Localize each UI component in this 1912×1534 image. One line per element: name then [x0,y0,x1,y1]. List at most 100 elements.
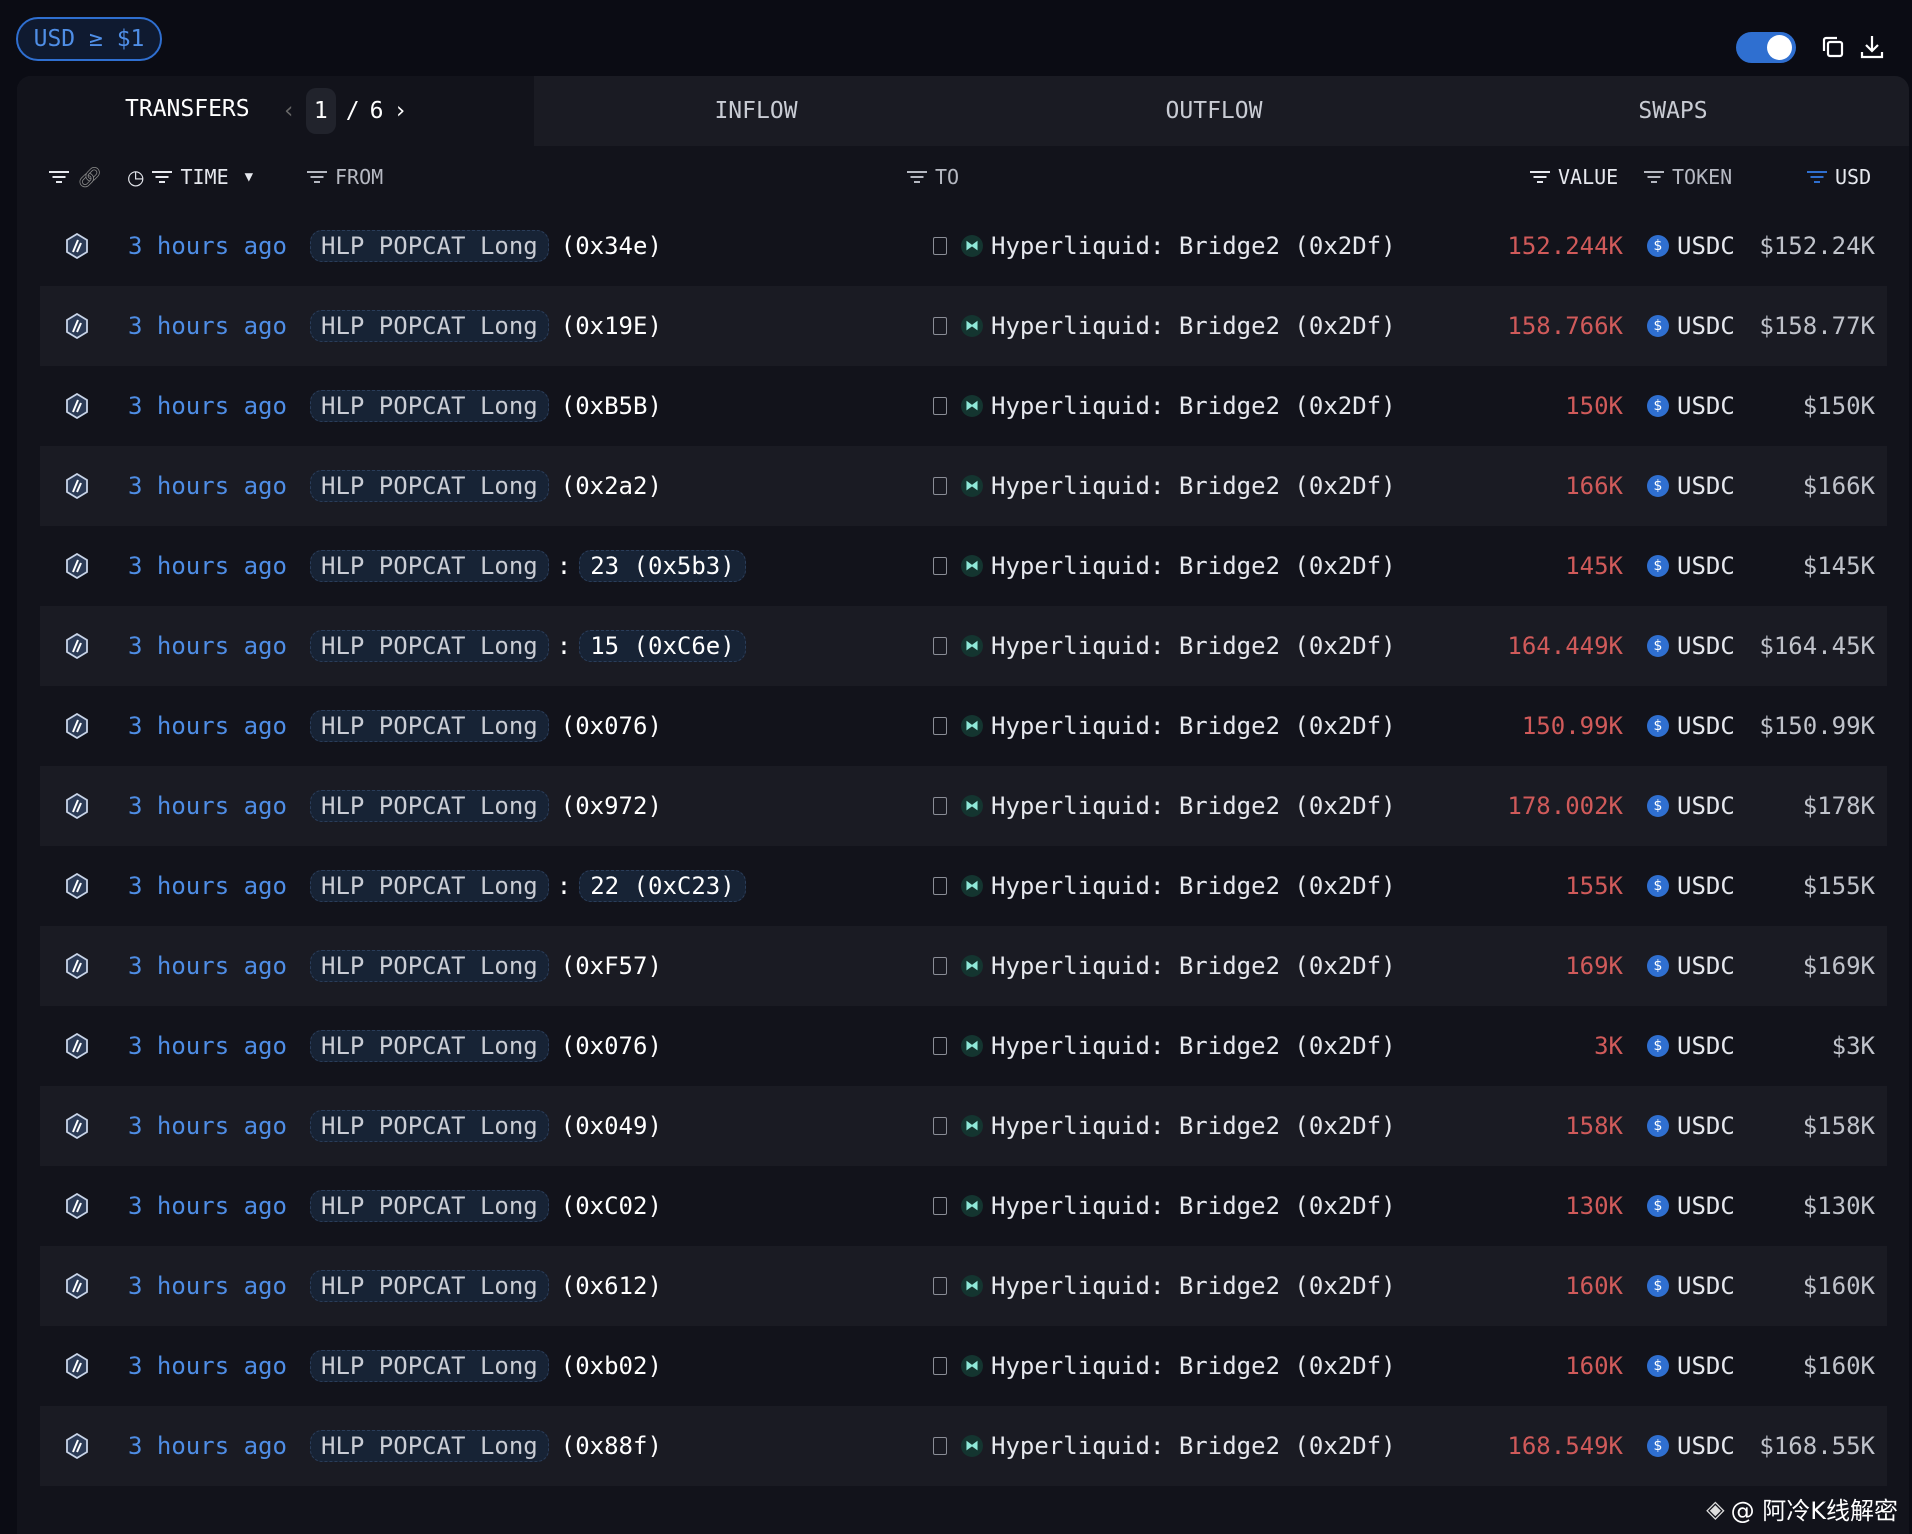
table-row[interactable]: 3 hours ago HLP POPCAT Long:22 (0xC23) ⧓ Hy… [40,846,1887,926]
to-entity[interactable]: Hyperliquid: Bridge2 (0x2Df) [991,232,1396,260]
token-cell[interactable]: $ USDC [1647,686,1735,766]
time-link[interactable]: 3 hours ago [128,766,287,846]
time-link[interactable]: 3 hours ago [128,1006,287,1086]
tab-transfers[interactable]: TRANSFERS [17,76,534,146]
token-cell[interactable]: $ USDC [1647,446,1735,526]
token-header[interactable]: TOKEN [1644,162,1732,192]
from-entity-tag[interactable]: HLP POPCAT Long [310,710,549,742]
from-entity-tag[interactable]: HLP POPCAT Long [310,390,549,422]
table-row[interactable]: 3 hours ago HLP POPCAT Long:23 (0x5b3) ⧓ Hy… [40,526,1887,606]
from-entity-tag[interactable]: HLP POPCAT Long [310,1030,549,1062]
download-icon[interactable] [1857,32,1887,62]
table-row[interactable]: 3 hours ago HLP POPCAT Long (0xC02) ⧓ Hyperl… [40,1166,1887,1246]
from-address[interactable]: (0x19E) [561,312,662,340]
from-address[interactable]: (0xC02) [561,1192,662,1220]
to-entity[interactable]: Hyperliquid: Bridge2 (0x2Df) [991,312,1396,340]
time-header[interactable]: ◷ TIME ▼ [127,162,253,192]
from-address-tag[interactable]: 22 (0xC23) [579,870,746,902]
from-address[interactable]: (0xb02) [561,1352,662,1380]
table-row[interactable]: 3 hours ago HLP POPCAT Long (0xb02) ⧓ Hyperl… [40,1326,1887,1406]
from-entity-tag[interactable]: HLP POPCAT Long [310,230,549,262]
tab-inflow[interactable]: INFLOW [714,76,797,146]
table-row[interactable]: 3 hours ago HLP POPCAT Long:15 (0xC6e) ⧓ Hy… [40,606,1887,686]
token-cell[interactable]: $ USDC [1647,1006,1735,1086]
time-link[interactable]: 3 hours ago [128,686,287,766]
table-row[interactable]: 3 hours ago HLP POPCAT Long (0x972) ⧓ Hyperl… [40,766,1887,846]
from-header[interactable]: FROM [307,162,383,192]
time-link[interactable]: 3 hours ago [128,446,287,526]
token-cell[interactable]: $ USDC [1647,206,1735,286]
usd-header[interactable]: USD [1807,162,1871,192]
time-link[interactable]: 3 hours ago [128,1326,287,1406]
filter-icon[interactable] [307,170,327,184]
time-link[interactable]: 3 hours ago [128,206,287,286]
table-row[interactable]: 3 hours ago HLP POPCAT Long (0x049) ⧓ Hyperl… [40,1086,1887,1166]
to-entity[interactable]: Hyperliquid: Bridge2 (0x2Df) [991,1432,1396,1460]
token-cell[interactable]: $ USDC [1647,1166,1735,1246]
from-address[interactable]: (0x34e) [561,232,662,260]
time-link[interactable]: 3 hours ago [128,1246,287,1326]
to-entity[interactable]: Hyperliquid: Bridge2 (0x2Df) [991,632,1396,660]
from-address-tag[interactable]: 23 (0x5b3) [579,550,746,582]
from-entity-tag[interactable]: HLP POPCAT Long [310,870,549,902]
value-header[interactable]: VALUE [1530,162,1618,192]
to-entity[interactable]: Hyperliquid: Bridge2 (0x2Df) [991,712,1396,740]
token-cell[interactable]: $ USDC [1647,286,1735,366]
filter-icon[interactable] [1644,170,1664,184]
to-entity[interactable]: Hyperliquid: Bridge2 (0x2Df) [991,1272,1396,1300]
from-entity-tag[interactable]: HLP POPCAT Long [310,790,549,822]
filter-icon[interactable] [49,170,69,184]
tab-outflow[interactable]: OUTFLOW [1166,76,1263,146]
to-entity[interactable]: Hyperliquid: Bridge2 (0x2Df) [991,392,1396,420]
to-entity[interactable]: Hyperliquid: Bridge2 (0x2Df) [991,1192,1396,1220]
tab-swaps[interactable]: SWAPS [1638,76,1707,146]
table-row[interactable]: 3 hours ago HLP POPCAT Long (0x2a2) ⧓ Hyperl… [40,446,1887,526]
from-address[interactable]: (0x049) [561,1112,662,1140]
from-entity-tag[interactable]: HLP POPCAT Long [310,1350,549,1382]
to-entity[interactable]: Hyperliquid: Bridge2 (0x2Df) [991,1352,1396,1380]
token-cell[interactable]: $ USDC [1647,1086,1735,1166]
from-entity-tag[interactable]: HLP POPCAT Long [310,470,549,502]
time-link[interactable]: 3 hours ago [128,1406,287,1486]
page-current[interactable]: 1 [305,88,336,134]
from-entity-tag[interactable]: HLP POPCAT Long [310,950,549,982]
token-cell[interactable]: $ USDC [1647,1406,1735,1486]
time-link[interactable]: 3 hours ago [128,286,287,366]
token-cell[interactable]: $ USDC [1647,606,1735,686]
from-entity-tag[interactable]: HLP POPCAT Long [310,310,549,342]
from-entity-tag[interactable]: HLP POPCAT Long [310,1110,549,1142]
token-cell[interactable]: $ USDC [1647,1246,1735,1326]
filter-icon[interactable] [907,170,927,184]
prev-page-icon[interactable]: ‹ [282,98,296,124]
to-entity[interactable]: Hyperliquid: Bridge2 (0x2Df) [991,552,1396,580]
time-link[interactable]: 3 hours ago [128,846,287,926]
copy-icon[interactable] [1818,32,1848,62]
time-link[interactable]: 3 hours ago [128,526,287,606]
from-address[interactable]: (0x076) [561,1032,662,1060]
to-entity[interactable]: Hyperliquid: Bridge2 (0x2Df) [991,792,1396,820]
table-row[interactable]: 3 hours ago HLP POPCAT Long (0x19E) ⧓ Hyperl… [40,286,1887,366]
token-cell[interactable]: $ USDC [1647,1326,1735,1406]
from-address[interactable]: (0xB5B) [561,392,662,420]
to-entity[interactable]: Hyperliquid: Bridge2 (0x2Df) [991,1032,1396,1060]
table-row[interactable]: 3 hours ago HLP POPCAT Long (0x612) ⧓ Hyperl… [40,1246,1887,1326]
token-cell[interactable]: $ USDC [1647,766,1735,846]
time-link[interactable]: 3 hours ago [128,606,287,686]
table-row[interactable]: 3 hours ago HLP POPCAT Long (0x88f) ⧓ Hyperl… [40,1406,1887,1486]
next-page-icon[interactable]: › [393,98,407,124]
to-header[interactable]: TO [907,162,959,192]
token-cell[interactable]: $ USDC [1647,926,1735,1006]
time-link[interactable]: 3 hours ago [128,366,287,446]
table-row[interactable]: 3 hours ago HLP POPCAT Long (0xB5B) ⧓ Hyperl… [40,366,1887,446]
filter-icon[interactable] [1807,170,1827,184]
table-row[interactable]: 3 hours ago HLP POPCAT Long (0x34e) ⧓ Hyperl… [40,206,1887,286]
time-link[interactable]: 3 hours ago [128,1086,287,1166]
link-icon[interactable]: 🔗︎ [77,165,102,189]
from-address[interactable]: (0x612) [561,1272,662,1300]
to-entity[interactable]: Hyperliquid: Bridge2 (0x2Df) [991,952,1396,980]
from-address[interactable]: (0xF57) [561,952,662,980]
time-link[interactable]: 3 hours ago [128,1166,287,1246]
filter-icon[interactable] [152,170,173,184]
to-entity[interactable]: Hyperliquid: Bridge2 (0x2Df) [991,472,1396,500]
from-address[interactable]: (0x88f) [561,1432,662,1460]
